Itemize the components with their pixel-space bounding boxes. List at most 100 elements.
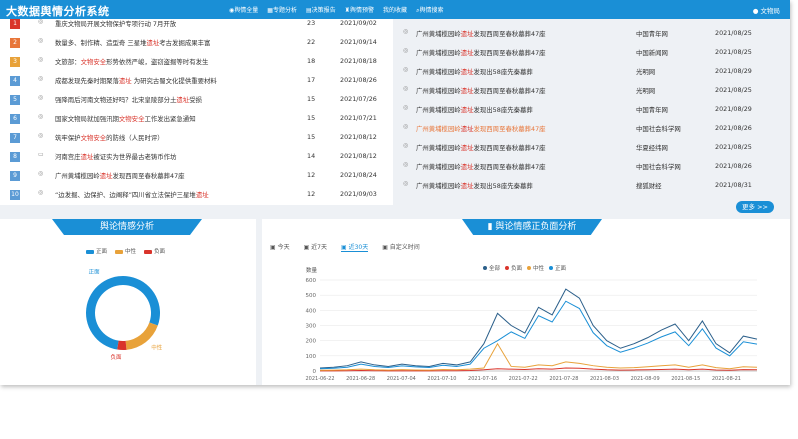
eye-icon: ◎ — [403, 142, 409, 149]
hot-item-title[interactable]: 重庆文物局开展文物保护专项行动 7月开放 — [55, 19, 176, 28]
news-item-title[interactable]: 广州黄埔榄园岭遗址发现西周至春秋墓葬47座 — [416, 29, 546, 38]
hot-count: 22 — [307, 38, 316, 46]
x-tick-label: 2021-07-04 — [387, 376, 416, 382]
nav-label: 舆情全量 — [234, 7, 259, 14]
title-text: 为研究古蜀文化提供重要材料 — [131, 77, 217, 85]
hot-count: 15 — [307, 133, 316, 141]
keyword-highlight: 遗址 — [460, 106, 474, 114]
title-text: 工作发出紧急通知 — [144, 115, 196, 123]
nav-search[interactable]: ⌕舆情搜索 — [416, 5, 443, 15]
donut-label: 中性 — [151, 343, 163, 351]
news-date: 2021/08/29 — [715, 105, 752, 113]
news-list-row[interactable]: ◎ 广州黄埔榄园岭遗址发现出58座先秦墓葬 中国青年网 2021/08/29 — [400, 100, 785, 119]
tab-1[interactable]: ▣ 近7天 — [304, 242, 327, 252]
eye-icon: ◎ — [403, 161, 409, 168]
hot-item-title[interactable]: “边发掘、边保护、边阐释”四川省立法保护三星堆遗址 — [55, 190, 209, 199]
y-tick-label: 300 — [306, 324, 317, 330]
eye-icon: ◎ — [38, 132, 44, 139]
hot-item-title[interactable]: 数量多、制作精、造型奇 三星堆遗址考古发掘成果丰富 — [55, 38, 210, 47]
keyword-highlight: 遗址 — [460, 87, 474, 95]
user-icon: ● — [752, 7, 759, 15]
news-item-title[interactable]: 广州黄埔榄园岭遗址发现西周至春秋墓葬47座 — [416, 124, 546, 133]
hot-list-row[interactable]: 9 ◎ 广州黄埔榄园岭遗址发现西周至春秋墓葬47座 12 2021/08/24 — [0, 166, 393, 185]
calendar-icon: ▣ — [270, 244, 278, 251]
hot-count: 12 — [307, 190, 316, 198]
news-item-title[interactable]: 广州黄埔榄园岭遗址发现西周至春秋墓葬47座 — [416, 143, 546, 152]
legend-label: 中性 — [533, 264, 545, 272]
rank-badge: 9 — [10, 171, 20, 181]
news-list-row[interactable]: ◎ 广州黄埔榄园岭遗址发现西周至春秋墓葬47座 中国新闻网 2021/08/25 — [400, 43, 785, 62]
rank-badge: 8 — [10, 152, 20, 162]
legend-dot — [527, 266, 531, 270]
sentiment-title: 舆论情感分析 — [52, 219, 202, 235]
user-menu[interactable]: ● 文物局 — [753, 5, 780, 15]
hot-date: 2021/07/26 — [340, 95, 377, 103]
hot-item-title[interactable]: 河南宫庄遗址被证实为世界最古老铸币作坊 — [55, 152, 176, 161]
nav-label: 舆情预警 — [350, 7, 375, 14]
hot-count: 12 — [307, 171, 316, 179]
nav-label: 舆情搜索 — [419, 7, 444, 14]
trend-title: ▮ 舆论情感正负面分析 — [462, 219, 602, 235]
news-list-row[interactable]: ◎ 广州黄埔榄园岭遗址发现出58座先秦墓葬 搜狐财经 2021/08/31 — [400, 176, 785, 195]
hot-list-row[interactable]: 2 ◎ 数量多、制作精、造型奇 三星堆遗址考古发掘成果丰富 22 2021/09… — [0, 33, 393, 52]
eye-icon: ◎ — [403, 47, 409, 54]
hot-list-row[interactable]: 10 ◎ “边发掘、边保护、边阐释”四川省立法保护三星堆遗址 12 2021/0… — [0, 185, 393, 204]
hot-list-row[interactable]: 7 ◎ 筑牢保护文物安全的防线（人民时评） 15 2021/08/12 — [0, 128, 393, 147]
eye-icon: ◎ — [403, 85, 409, 92]
title-text: 发现西周至春秋墓葬47座 — [473, 87, 546, 95]
legend-positive[interactable]: 正面 — [86, 247, 107, 255]
news-list-row[interactable]: ◎ 广州黄埔榄园岭遗址发现西周至春秋墓葬47座 光明网 2021/08/25 — [400, 81, 785, 100]
news-list-row[interactable]: ◎ 广州黄埔榄园岭遗址发现出58座先秦墓葬 光明网 2021/08/29 — [400, 62, 785, 81]
keyword-highlight: 遗址 — [176, 96, 190, 104]
legend-negative[interactable]: 负面 — [144, 247, 165, 255]
news-list-panel: ◎ 广州黄埔榄园岭遗址发现西周至春秋墓葬47座 中国青年网 2021/08/25… — [400, 19, 790, 215]
hot-item-title[interactable]: 国家文物局就加强汛期文物安全工作发出紧急通知 — [55, 114, 196, 123]
hot-list-row[interactable]: 1 ◎ 重庆文物局开展文物保护专项行动 7月开放 23 2021/09/02 — [0, 14, 393, 33]
legend-neutral[interactable]: 中性 — [115, 247, 136, 255]
news-list-row[interactable]: ◎ 广州黄埔榄园岭遗址发现西周至春秋墓葬47座 中国社会科学网 2021/08/… — [400, 119, 785, 138]
hot-count: 23 — [307, 19, 316, 27]
hot-item-title[interactable]: 广州黄埔榄园岭遗址发现西周至春秋墓葬47座 — [55, 171, 185, 180]
legend-dot — [549, 266, 553, 270]
tab-0[interactable]: ▣ 今天 — [270, 242, 290, 252]
news-item-title[interactable]: 广州黄埔榄园岭遗址发现西周至春秋墓葬47座 — [416, 162, 546, 171]
news-list-row[interactable]: ◎ 广州黄埔榄园岭遗址发现西周至春秋墓葬47座 中国社会科学网 2021/08/… — [400, 157, 785, 176]
more-button[interactable]: 更多 >> — [736, 201, 774, 213]
hot-item-title[interactable]: 筑牢保护文物安全的防线（人民时评） — [55, 133, 164, 142]
keyword-highlight: 遗址 — [460, 163, 474, 171]
calendar-icon: ▣ — [341, 244, 349, 251]
news-item-title[interactable]: 广州黄埔榄园岭遗址发现出58座先秦墓葬 — [416, 67, 533, 76]
tab-2[interactable]: ▣ 近30天 — [341, 242, 369, 252]
legend-dot — [483, 266, 487, 270]
hot-item-title[interactable]: 强降雨后河南文物还好吗？北宋皇陵部分土遗址受损 — [55, 95, 202, 104]
title-text: 发现出58座先秦墓葬 — [473, 68, 533, 76]
hot-date: 2021/08/18 — [340, 57, 377, 65]
news-date: 2021/08/25 — [715, 48, 752, 56]
title-text: 重庆文物局开展文物保护 — [55, 20, 126, 28]
eye-icon: ◎ — [38, 170, 44, 177]
news-list-row[interactable]: ◎ 广州黄埔榄园岭遗址发现西周至春秋墓葬47座 中国青年网 2021/08/25 — [400, 24, 785, 43]
news-item-title[interactable]: 广州黄埔榄园岭遗址发现西周至春秋墓葬47座 — [416, 48, 546, 57]
news-list-row[interactable]: ◎ 广州黄埔榄园岭遗址发现西周至春秋墓葬47座 华夏经纬网 2021/08/25 — [400, 138, 785, 157]
title-text: 广州黄埔榄园岭 — [416, 68, 461, 76]
keyword-highlight: 遗址 — [460, 125, 474, 133]
legend-label: 全部 — [489, 264, 501, 272]
x-tick-label: 2021-08-15 — [671, 376, 700, 382]
news-item-title[interactable]: 广州黄埔榄园岭遗址发现西周至春秋墓葬47座 — [416, 86, 546, 95]
hot-list-row[interactable]: 5 ◎ 强降雨后河南文物还好吗？北宋皇陵部分土遗址受损 15 2021/07/2… — [0, 90, 393, 109]
title-text: 数量多、制作精、造型奇 三星堆 — [55, 39, 147, 47]
tab-3[interactable]: ▣ 自定义时间 — [382, 242, 420, 252]
hot-item-title[interactable]: 文旅部：文物安全形势依然严峻，盗窃盗掘等时有发生 — [55, 57, 208, 66]
hot-list-row[interactable]: 3 ◎ 文旅部：文物安全形势依然严峻，盗窃盗掘等时有发生 18 2021/08/… — [0, 52, 393, 71]
keyword-highlight: 文物安全 — [118, 115, 145, 123]
news-item-title[interactable]: 广州黄埔榄园岭遗址发现出58座先秦墓葬 — [416, 105, 533, 114]
news-item-title[interactable]: 广州黄埔榄园岭遗址发现出58座先秦墓葬 — [416, 181, 533, 190]
legend-label: 正面 — [555, 265, 567, 272]
hot-list-row[interactable]: 8 ▭ 河南宫庄遗址被证实为世界最古老铸币作坊 14 2021/08/12 — [0, 147, 393, 166]
message-icon: ▭ — [38, 151, 44, 158]
keyword-highlight: 文物安全 — [80, 58, 107, 66]
hot-item-title[interactable]: 成都发现先秦时期聚落遗址 为研究古蜀文化提供重要材料 — [55, 76, 217, 85]
donut-slice-2[interactable] — [117, 340, 127, 350]
hot-list-row[interactable]: 4 ◎ 成都发现先秦时期聚落遗址 为研究古蜀文化提供重要材料 17 2021/0… — [0, 71, 393, 90]
hot-list-row[interactable]: 6 ◎ 国家文物局就加强汛期文物安全工作发出紧急通知 15 2021/07/21 — [0, 109, 393, 128]
